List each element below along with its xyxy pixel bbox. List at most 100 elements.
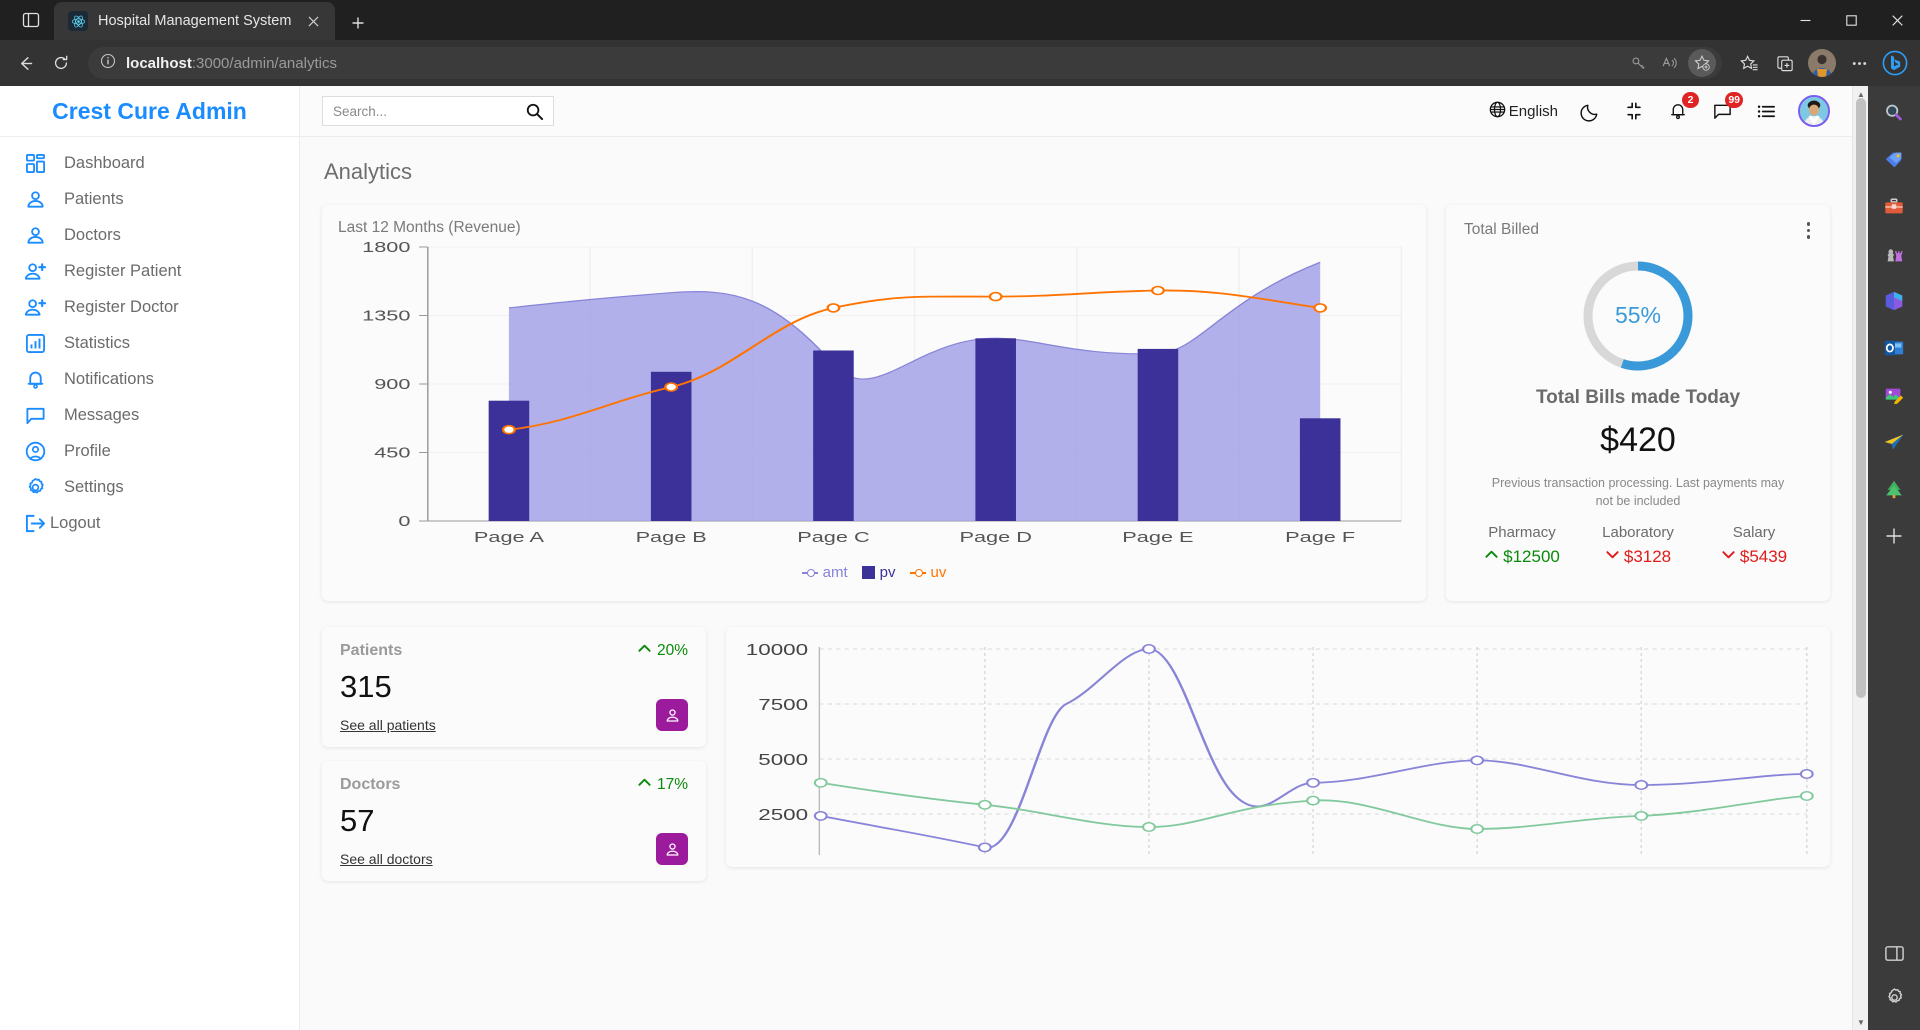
search-box[interactable] — [322, 96, 554, 126]
navbar-right — [1732, 46, 1912, 80]
sidebar-item-statistics[interactable]: Statistics — [0, 325, 299, 361]
chevron-up-icon — [637, 641, 652, 661]
paper-plane-icon[interactable] — [1879, 427, 1909, 457]
sidebar-item-label: Logout — [50, 513, 101, 532]
language-label: English — [1508, 102, 1558, 120]
outlook-icon[interactable] — [1879, 333, 1909, 363]
content-scroll-area: Analytics Last 12 Months (Revenue) 1800 … — [300, 137, 1852, 1030]
chess-icon[interactable] — [1879, 239, 1909, 269]
close-icon[interactable] — [301, 9, 325, 33]
sidebar-item-messages[interactable]: Messages — [0, 397, 299, 433]
line-chart-y-labels: 10000 7500 5000 2500 — [746, 641, 809, 824]
list-icon[interactable] — [1754, 99, 1778, 123]
reload-icon[interactable] — [44, 46, 78, 80]
dashboard-row-bottom: Patients 20% 315 See all patients Doctor… — [322, 627, 1830, 881]
sidebar-item-profile[interactable]: Profile — [0, 433, 299, 469]
add-favorite-icon[interactable] — [1688, 49, 1716, 77]
x-tick: Page A — [474, 528, 545, 545]
person-icon — [22, 222, 48, 248]
patients-badge-icon[interactable] — [656, 699, 688, 731]
favorites-icon[interactable] — [1732, 46, 1766, 80]
y-tick: 10000 — [746, 641, 809, 659]
tag-icon[interactable] — [1879, 145, 1909, 175]
main-content: English 2 — [300, 86, 1852, 1030]
sidebar-item-logout[interactable]: Logout — [0, 505, 299, 541]
notifications-badge: 2 — [1682, 92, 1699, 108]
moon-icon[interactable] — [1578, 99, 1602, 123]
sidebar-item-label: Register Doctor — [64, 297, 179, 316]
omnibox-actions — [1624, 49, 1716, 77]
compress-icon[interactable] — [1622, 99, 1646, 123]
tab-title: Hospital Management System — [98, 13, 292, 29]
sidebar-item-doctors[interactable]: Doctors — [0, 217, 299, 253]
sidebar-item-label: Settings — [64, 477, 124, 496]
split-screen-icon[interactable] — [1879, 938, 1909, 968]
office-icon[interactable] — [1879, 286, 1909, 316]
y-axis-labels: 1800 1350 900 450 0 — [362, 238, 410, 529]
image-editor-icon[interactable] — [1879, 380, 1909, 410]
legend-item-uv[interactable]: uv — [909, 564, 946, 581]
edge-sidebar — [1868, 86, 1920, 1030]
logout-icon — [22, 510, 48, 536]
tree-icon[interactable] — [1879, 474, 1909, 504]
sidebar-item-register-doctor[interactable]: Register Doctor — [0, 289, 299, 325]
maximize-button[interactable] — [1828, 0, 1874, 40]
scroll-down-arrow[interactable]: ▼ — [1853, 1014, 1868, 1030]
add-icon[interactable] — [1879, 521, 1909, 551]
window-controls — [1782, 0, 1920, 40]
info-icon[interactable] — [100, 53, 116, 74]
collections-icon[interactable] — [1768, 46, 1802, 80]
total-billed-note: Previous transaction processing. Last pa… — [1491, 476, 1785, 509]
legend-item-pv[interactable]: pv — [861, 564, 896, 581]
stat-title: Patients — [340, 642, 403, 659]
doctors-badge-icon[interactable] — [656, 833, 688, 865]
scrollbar-thumb[interactable] — [1856, 98, 1866, 698]
line-chart-card: 10000 7500 5000 2500 — [726, 627, 1830, 867]
toolbox-icon[interactable] — [1879, 192, 1909, 222]
messages-chat-icon[interactable]: 99 — [1710, 92, 1743, 123]
bing-copilot-icon[interactable] — [1878, 46, 1912, 80]
total-billed-breakdown: Pharmacy $12500 Laboratory $3128 Salary … — [1464, 524, 1812, 567]
browser-tab[interactable]: Hospital Management System — [54, 2, 336, 40]
brand-header[interactable]: Crest Cure Admin — [0, 86, 299, 137]
browser-profile-avatar[interactable] — [1808, 49, 1836, 77]
browser-window: Hospital Management System localhost:300… — [0, 0, 1920, 1030]
address-bar[interactable]: localhost:3000/admin/analytics — [88, 47, 1722, 79]
see-all-patients-link[interactable]: See all patients — [340, 717, 436, 733]
line-chart-svg: 10000 7500 5000 2500 — [746, 641, 1814, 855]
legend-item-amt[interactable]: amt — [801, 564, 848, 581]
see-all-doctors-link[interactable]: See all doctors — [340, 851, 433, 867]
language-selector[interactable]: English — [1489, 101, 1558, 122]
password-key-icon[interactable] — [1624, 49, 1652, 77]
tab-actions-icon[interactable] — [8, 0, 54, 40]
new-tab-button[interactable] — [341, 6, 375, 40]
sidebar-item-dashboard[interactable]: Dashboard — [0, 145, 299, 181]
settings-icon[interactable] — [1879, 982, 1909, 1012]
person-add-icon — [22, 294, 48, 320]
sidebar-item-notifications[interactable]: Notifications — [0, 361, 299, 397]
search-input[interactable] — [333, 103, 523, 119]
page-scrollbar[interactable]: ▲ ▼ — [1852, 86, 1868, 1030]
sidebar-item-register-patient[interactable]: Register Patient — [0, 253, 299, 289]
breakdown-value-row: $3128 — [1580, 547, 1696, 567]
avatar[interactable] — [1798, 95, 1830, 127]
close-window-button[interactable] — [1874, 0, 1920, 40]
magnifier-icon[interactable] — [1879, 98, 1909, 128]
sidebar-item-patients[interactable]: Patients — [0, 181, 299, 217]
more-options-icon[interactable] — [1842, 46, 1876, 80]
stat-delta: 20% — [637, 641, 688, 661]
search-icon[interactable] — [523, 100, 545, 122]
sidebar-item-settings[interactable]: Settings — [0, 469, 299, 505]
read-aloud-icon[interactable] — [1656, 49, 1684, 77]
sidebar-item-label: Profile — [64, 441, 111, 460]
x-tick: Page E — [1122, 528, 1193, 545]
breakdown-label: Pharmacy — [1488, 524, 1556, 542]
minimize-button[interactable] — [1782, 0, 1828, 40]
back-icon[interactable] — [8, 46, 42, 80]
points-series-purple — [813, 644, 1814, 853]
y-tick: 0 — [398, 512, 410, 529]
card-menu-icon[interactable] — [1801, 219, 1817, 242]
chevron-down-icon — [1605, 547, 1620, 567]
y-tick: 2500 — [758, 806, 808, 824]
notifications-bell-icon[interactable]: 2 — [1666, 92, 1699, 123]
